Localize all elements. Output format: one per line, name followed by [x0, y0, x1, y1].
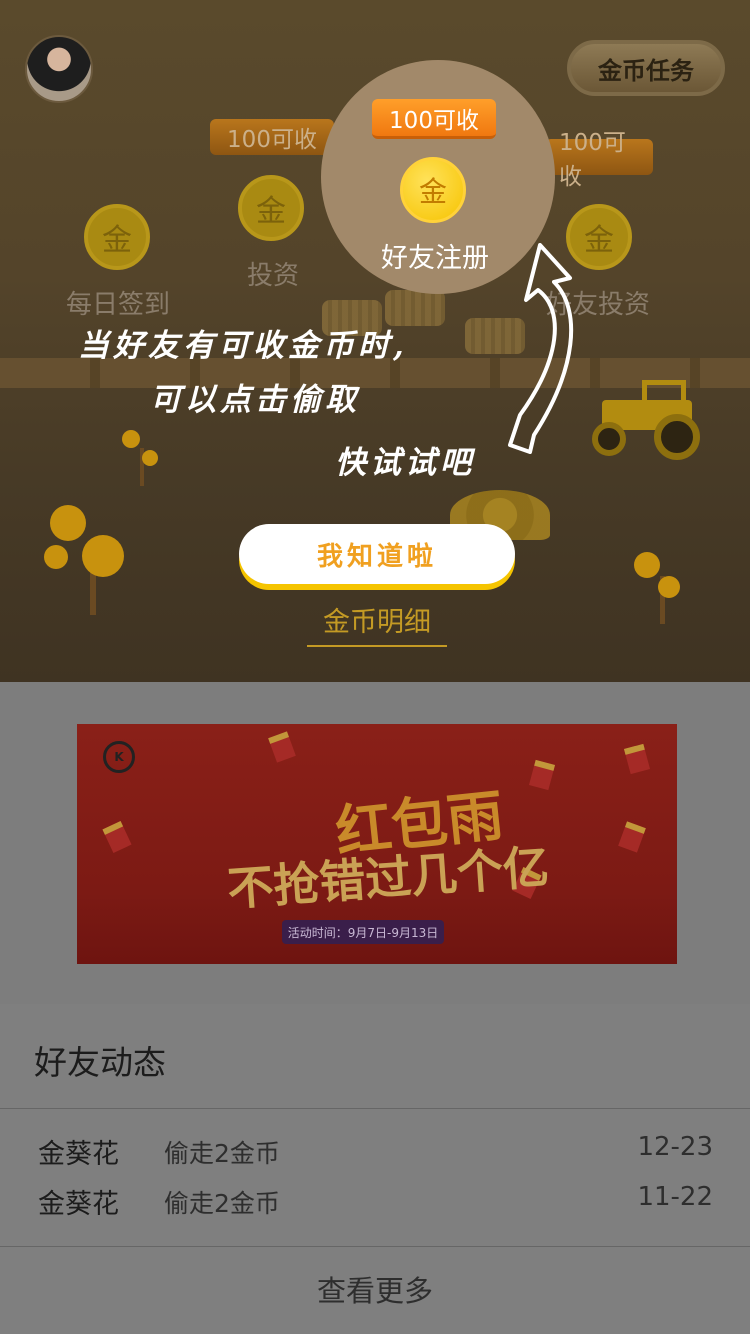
- red-envelope-icon: [623, 743, 651, 775]
- red-envelope-icon: [528, 759, 556, 791]
- list-item: 金葵花 偷走2金币 11-22: [0, 1182, 750, 1228]
- friend-register-collect-badge[interactable]: 100可收: [372, 99, 496, 139]
- friend-date: 11-22: [637, 1182, 713, 1212]
- divider: [0, 1246, 750, 1247]
- friend-register-coin[interactable]: 金: [400, 157, 466, 223]
- friend-invest-collect-badge[interactable]: 100可收: [545, 130, 653, 190]
- coin-task-button[interactable]: 金币任务: [567, 40, 725, 96]
- friend-action: 偷走2金币: [164, 1189, 280, 1218]
- friend-name: 金葵花: [38, 1139, 119, 1170]
- avatar[interactable]: [25, 35, 93, 103]
- invest-label: 投资: [247, 261, 300, 291]
- divider: [0, 1108, 750, 1109]
- red-envelope-icon: [268, 731, 296, 763]
- banner-period: 活动时间：9月7日-9月13日: [282, 920, 444, 944]
- daily-signin-label: 每日签到: [66, 290, 171, 320]
- invest-coin[interactable]: 金: [238, 175, 304, 241]
- daily-signin-coin[interactable]: 金: [84, 204, 150, 270]
- friends-activity-card: 好友动态 金葵花 偷走2金币 12-23 金葵花 偷走2金币 11-22 查看更…: [0, 1004, 750, 1334]
- friends-activity-title: 好友动态: [34, 1043, 166, 1082]
- tree-icon: [112, 428, 162, 488]
- friend-name: 金葵花: [38, 1189, 119, 1220]
- red-envelope-icon: [102, 820, 132, 854]
- guide-text-line1: 当好友有可收金币时,: [78, 328, 408, 364]
- friend-action: 偷走2金币: [164, 1139, 280, 1168]
- view-more-link[interactable]: 查看更多: [0, 1268, 750, 1310]
- content-area: K 红包雨 不抢错过几个亿 活动时间：9月7日-9月13日 好友动态 金葵花 偷…: [0, 682, 750, 1334]
- invest-collect-badge[interactable]: 100可收: [210, 119, 334, 155]
- list-item: 金葵花 偷走2金币 12-23: [0, 1132, 750, 1178]
- tractor-icon: [592, 380, 707, 462]
- guide-text-line3: 快试试吧: [335, 445, 475, 481]
- coin-detail-link[interactable]: 金币明细: [307, 600, 447, 647]
- arrow-icon: [508, 243, 574, 454]
- banner-subtitle: 不抢错过几个亿: [225, 839, 551, 917]
- tree-icon: [620, 550, 690, 625]
- brand-logo: K: [103, 741, 135, 773]
- farm-scene: 金币任务 金 每日签到 100可收 金 投资 100可收 金 好友投资 100可…: [0, 0, 750, 682]
- red-envelope-icon: [618, 821, 646, 853]
- tree-icon: [30, 505, 130, 615]
- friend-register-label: 好友注册: [381, 243, 489, 274]
- friend-date: 12-23: [637, 1132, 713, 1162]
- guide-text-line2: 可以点击偷取: [150, 382, 360, 418]
- red-packet-banner[interactable]: K 红包雨 不抢错过几个亿 活动时间：9月7日-9月13日: [77, 724, 677, 964]
- got-it-button[interactable]: 我知道啦: [239, 524, 515, 584]
